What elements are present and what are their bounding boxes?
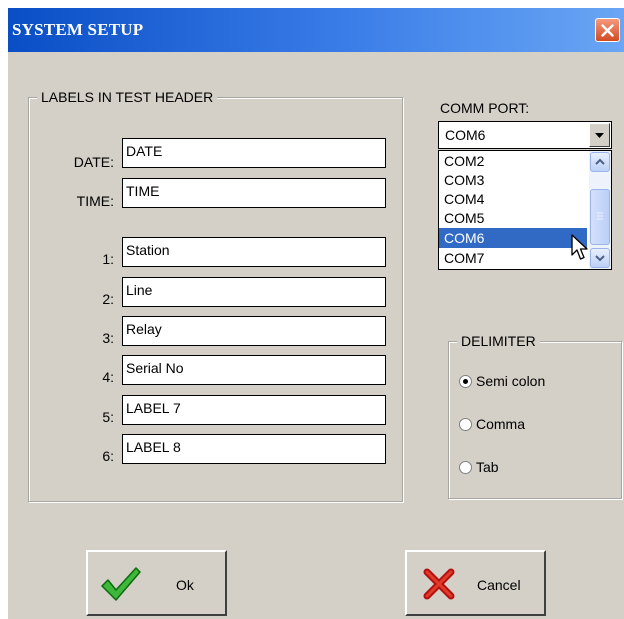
label-3-field[interactable]: Relay (122, 316, 386, 346)
label-4-number: 4: (102, 369, 114, 385)
radio-dot (463, 379, 468, 384)
comma-radio[interactable] (459, 418, 472, 431)
red-x-icon (421, 566, 457, 607)
label-1-field[interactable]: Station (122, 237, 386, 267)
close-button[interactable] (595, 18, 620, 42)
time-field[interactable]: TIME (122, 178, 386, 208)
label-5-number: 5: (102, 409, 114, 425)
cancel-button-label: Cancel (477, 577, 521, 593)
label-3-number: 3: (102, 330, 114, 346)
label-6-field[interactable]: LABEL 8 (122, 434, 386, 464)
comm-port-label: COMM PORT: (440, 100, 530, 116)
date-field[interactable]: DATE (122, 138, 386, 168)
green-checkmark-icon (100, 566, 142, 607)
mouse-pointer-icon (571, 234, 591, 267)
delimiter-group: DELIMITER (448, 333, 622, 499)
time-label: TIME: (76, 193, 114, 209)
comm-port-option[interactable]: COM5 (439, 208, 587, 228)
comm-port-option-highlighted[interactable]: COM6 (439, 228, 587, 248)
comma-radio-label[interactable]: Comma (476, 416, 525, 432)
comm-port-selected-value: COM6 (445, 127, 486, 143)
comm-port-dropdown-button[interactable] (589, 123, 610, 147)
ok-button-label: Ok (176, 577, 194, 593)
comm-port-option[interactable]: COM7 (439, 248, 587, 268)
comm-port-option[interactable]: COM3 (439, 170, 587, 190)
scroll-down-button[interactable] (590, 248, 610, 268)
label-2-field[interactable]: Line (122, 277, 386, 307)
chevron-down-icon (590, 133, 609, 150)
ok-button[interactable]: Ok (86, 550, 227, 616)
label-2-number: 2: (102, 291, 114, 307)
delimiter-group-legend: DELIMITER (457, 333, 540, 349)
label-6-number: 6: (102, 448, 114, 464)
title-bar[interactable]: SYSTEM SETUP (8, 8, 624, 52)
comm-port-option[interactable]: COM4 (439, 189, 587, 209)
system-setup-dialog: SYSTEM SETUP LABELS IN TEST HEADER DATE:… (8, 8, 624, 619)
tab-radio[interactable] (459, 461, 472, 474)
labels-group-legend: LABELS IN TEST HEADER (37, 89, 218, 105)
semicolon-radio-label[interactable]: Semi colon (476, 373, 545, 389)
grip-icon (591, 212, 609, 248)
scroll-thumb[interactable] (590, 189, 610, 245)
semicolon-radio[interactable] (459, 375, 472, 388)
label-1-number: 1: (102, 251, 114, 267)
comm-port-option[interactable]: COM2 (439, 151, 587, 171)
chevron-up-icon (591, 158, 609, 175)
scroll-up-button[interactable] (590, 152, 610, 172)
dropdown-scrollbar[interactable] (589, 151, 611, 269)
label-4-field[interactable]: Serial No (122, 355, 386, 385)
comm-port-select[interactable]: COM6 (438, 121, 612, 149)
tab-radio-label[interactable]: Tab (476, 459, 499, 475)
cancel-button[interactable]: Cancel (405, 550, 546, 616)
window-title: SYSTEM SETUP (12, 20, 144, 39)
label-5-field[interactable]: LABEL 7 (122, 395, 386, 425)
chevron-down-icon (591, 254, 609, 269)
date-label: DATE: (73, 154, 114, 170)
